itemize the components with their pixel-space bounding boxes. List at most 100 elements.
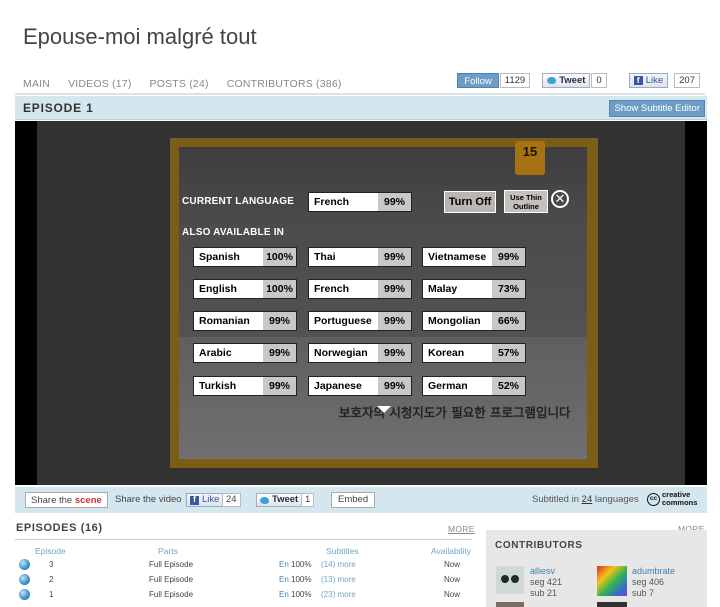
language-percent: 99%: [378, 248, 411, 266]
column-subtitles[interactable]: Subtitles: [326, 546, 359, 556]
language-option[interactable]: German 52%: [422, 376, 526, 396]
facebook-icon: f: [633, 76, 643, 85]
language-option[interactable]: Norwegian 99%: [308, 343, 412, 363]
language-option[interactable]: Portuguese 99%: [308, 311, 412, 331]
like-button[interactable]: f Like: [628, 73, 669, 88]
subtitled-languages-text: Subtitled in 24 languages: [532, 494, 639, 505]
language-percent: 100%: [263, 280, 296, 298]
table-row[interactable]: 2 Full Episode En 100% (13) more Now: [15, 574, 472, 589]
video-tweet-count: 1: [301, 493, 315, 507]
episode-availability: Now: [444, 560, 461, 569]
nav-videos[interactable]: VIDEOS (17): [68, 78, 131, 90]
current-language-option[interactable]: French 99%: [308, 192, 412, 212]
language-option[interactable]: Thai 99%: [308, 247, 412, 267]
language-name: English: [199, 283, 237, 295]
show-nav: MAIN VIDEOS (17) POSTS (24) CONTRIBUTORS…: [23, 78, 342, 90]
twitter-bird-icon: [260, 496, 269, 504]
episodes-heading: EPISODES (16): [16, 522, 103, 534]
subtitle-language[interactable]: En: [279, 575, 289, 584]
language-option[interactable]: Korean 57%: [422, 343, 526, 363]
video-like-count: 24: [222, 493, 241, 507]
divider: [15, 539, 472, 540]
share-bar: Share the scene Share the video f Like 2…: [15, 487, 707, 513]
follow-button[interactable]: Follow: [457, 73, 499, 88]
episodes-more-link[interactable]: MORE: [448, 524, 475, 534]
divider: [15, 93, 705, 95]
avatar[interactable]: [496, 566, 524, 594]
language-option[interactable]: Japanese 99%: [308, 376, 412, 396]
nav-contributors[interactable]: CONTRIBUTORS (386): [227, 78, 342, 90]
video-like-button[interactable]: f Like: [186, 493, 224, 507]
language-option[interactable]: Malay 73%: [422, 279, 526, 299]
creative-commons-logo[interactable]: cc creative commons: [647, 491, 697, 507]
thin-outline-button[interactable]: Use Thin Outline: [504, 190, 548, 213]
language-percent: 99%: [263, 344, 296, 362]
episode-parts: Full Episode: [149, 590, 194, 599]
nav-posts[interactable]: POSTS (24): [150, 78, 209, 90]
subtitled-count-link[interactable]: 24: [582, 494, 593, 505]
language-option[interactable]: French 99%: [308, 279, 412, 299]
subtitle-percent: 100%: [291, 575, 312, 584]
contributor-name[interactable]: alliesv: [530, 566, 562, 577]
language-option[interactable]: Romanian 99%: [193, 311, 297, 331]
column-episode[interactable]: Episode: [35, 546, 66, 556]
share-video-label: Share the video: [115, 494, 182, 505]
video-tweet-button[interactable]: Tweet: [256, 493, 303, 507]
show-subtitle-editor-button[interactable]: Show Subtitle Editor: [609, 100, 705, 117]
share-scene-button[interactable]: Share the scene: [25, 492, 108, 508]
tweet-count: 0: [591, 73, 607, 88]
language-name: Korean: [428, 347, 465, 359]
close-icon[interactable]: ✕: [551, 190, 569, 208]
like-label: Like: [645, 74, 664, 86]
table-row[interactable]: 3 Full Episode En 100% (14) more Now: [15, 559, 472, 574]
language-option[interactable]: Mongolian 66%: [422, 311, 526, 331]
subtitle-menu-dim: [37, 121, 685, 485]
social-bar: Follow 1129 Tweet 0 f Like 207: [457, 73, 700, 88]
tweet-button[interactable]: Tweet: [542, 73, 591, 88]
globe-icon: [19, 574, 30, 585]
language-option[interactable]: Turkish 99%: [193, 376, 297, 396]
language-option[interactable]: English 100%: [193, 279, 297, 299]
avatar[interactable]: [496, 602, 524, 607]
video-frame: 보호자의 시청지도가 필요한 프로그램입니다 15 CURRENT LANGUA…: [37, 121, 685, 485]
language-percent: 66%: [492, 312, 525, 330]
subtitle-percent: 100%: [291, 560, 312, 569]
contributor-name[interactable]: adumbrate: [632, 566, 675, 577]
subtitle-more-link[interactable]: (23) more: [321, 590, 356, 599]
column-parts[interactable]: Parts: [158, 546, 178, 556]
page-title: Epouse-moi malgré tout: [23, 24, 257, 49]
language-percent: 99%: [263, 312, 296, 330]
embed-button[interactable]: Embed: [331, 492, 376, 508]
language-name: Portuguese: [314, 315, 372, 327]
language-percent: 99%: [492, 248, 525, 266]
language-percent: 57%: [492, 344, 525, 362]
language-percent: 73%: [492, 280, 525, 298]
language-option[interactable]: Spanish 100%: [193, 247, 297, 267]
column-availability[interactable]: Availability: [431, 546, 471, 556]
subtitle-percent: 100%: [291, 590, 312, 599]
language-percent: 100%: [263, 248, 296, 266]
globe-icon: [19, 589, 30, 600]
avatar[interactable]: [597, 566, 627, 596]
subtitle-language[interactable]: En: [279, 590, 289, 599]
language-option[interactable]: Arabic 99%: [193, 343, 297, 363]
episode-availability: Now: [444, 590, 461, 599]
chevron-down-icon[interactable]: [377, 406, 391, 413]
video-player[interactable]: 보호자의 시청지도가 필요한 프로그램입니다 15 CURRENT LANGUA…: [15, 121, 707, 485]
language-percent: 99%: [378, 377, 411, 395]
turn-off-subtitles-button[interactable]: Turn Off: [444, 191, 496, 213]
language-percent: 52%: [492, 377, 525, 395]
episode-title: EPISODE 1: [23, 101, 94, 115]
nav-main[interactable]: MAIN: [23, 78, 50, 90]
subtitle-more-link[interactable]: (13) more: [321, 575, 356, 584]
episode-number: 1: [49, 590, 54, 599]
current-language-label: CURRENT LANGUAGE: [182, 196, 295, 207]
episode-number: 3: [49, 560, 54, 569]
table-row[interactable]: 1 Full Episode En 100% (23) more Now: [15, 589, 472, 604]
language-name: Spanish: [199, 251, 240, 263]
subtitle-language[interactable]: En: [279, 560, 289, 569]
avatar[interactable]: [597, 602, 627, 607]
episode-parts: Full Episode: [149, 575, 194, 584]
subtitle-more-link[interactable]: (14) more: [321, 560, 356, 569]
language-option[interactable]: Vietnamese 99%: [422, 247, 526, 267]
